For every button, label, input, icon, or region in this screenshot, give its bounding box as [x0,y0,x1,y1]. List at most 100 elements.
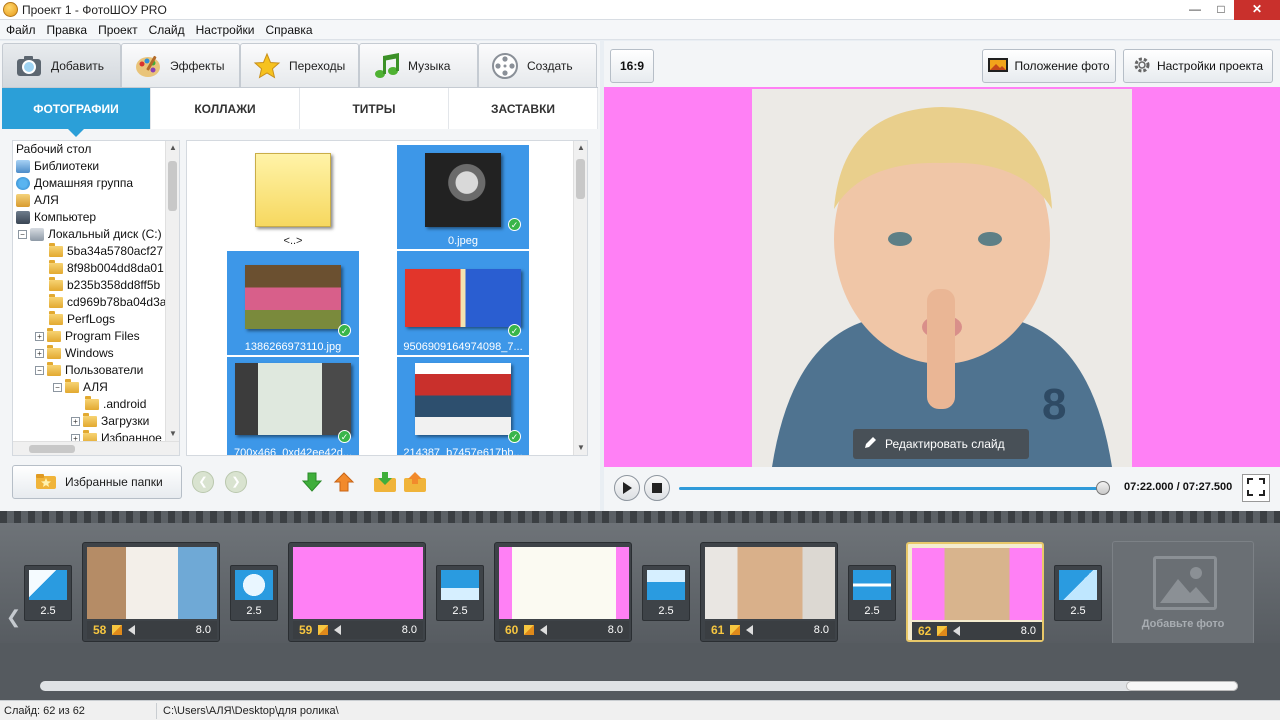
tab-effects[interactable]: Эффекты [121,43,240,87]
minimize-button[interactable]: — [1182,0,1208,20]
tree-item[interactable]: + Загрузки [71,413,149,430]
tree-item[interactable]: PerfLogs [49,311,115,328]
scroll-left-icon[interactable]: ❮ [6,607,21,628]
scrollbar-thumb[interactable] [1126,681,1238,691]
speaker-icon[interactable] [128,625,136,635]
tab-transitions[interactable]: Переходы [240,43,359,87]
add-to-project-icon[interactable] [372,469,398,495]
tree-item[interactable]: 5ba34a5780acf27 [49,243,163,260]
tab-music[interactable]: Музыка [359,43,478,87]
collapse-icon[interactable]: − [53,383,62,392]
playback-slider-handle[interactable] [1095,481,1110,495]
fullscreen-button[interactable] [1242,474,1270,502]
scrollbar-thumb[interactable] [576,159,585,199]
forward-arrow-icon[interactable]: ❯ [225,471,247,493]
transition-tile[interactable]: 2.5 [1054,565,1102,621]
audio-lane[interactable] [0,643,1280,700]
tree-item[interactable]: − АЛЯ [53,379,108,396]
file-tile[interactable]: ✓ 700x466_0xd42ee42d... [227,357,359,455]
expand-icon[interactable]: + [35,349,44,358]
file-tile[interactable]: ✓ 9506909164974098_7... [397,251,529,355]
tree-hscrollbar[interactable] [13,441,179,455]
speaker-icon[interactable] [746,625,754,635]
timeline-slide[interactable]: 61 8.0 [700,542,838,642]
timeline-slide-current[interactable]: 62 8.0 [906,542,1044,642]
menu-slide[interactable]: Слайд [149,23,185,37]
collapse-icon[interactable]: − [18,230,27,239]
timeline-slide[interactable]: 58 8.0 [82,542,220,642]
timeline-slide[interactable]: 59 8.0 [288,542,426,642]
scroll-up-icon[interactable]: ▲ [166,141,179,155]
tree-item[interactable]: b235b358dd8ff5b [49,277,160,294]
tree-item[interactable]: − Локальный диск (C:) [18,226,162,243]
back-arrow-icon[interactable]: ❮ [192,471,214,493]
edit-slide-button[interactable]: Редактировать слайд [853,429,1029,459]
tree-item[interactable]: АЛЯ [16,192,59,209]
file-tile[interactable]: ✓ 0.jpeg [397,145,529,249]
expand-icon[interactable]: + [35,332,44,341]
speaker-icon[interactable] [953,626,961,636]
transition-tile[interactable]: 2.5 [24,565,72,621]
scrollbar-thumb[interactable] [168,161,177,211]
add-photo-placeholder[interactable]: Добавьте фото [1112,541,1254,645]
speaker-icon[interactable] [334,625,342,635]
subtab-photos[interactable]: ФОТОГРАФИИ [2,88,151,137]
file-tile[interactable]: ✓ 1386266973110.jpg [227,251,359,355]
menu-file[interactable]: Файл [6,23,36,37]
tree-item[interactable]: + Program Files [35,328,140,345]
play-button[interactable] [614,475,640,501]
tab-add[interactable]: Добавить [2,43,121,87]
project-settings-button[interactable]: Настройки проекта [1123,49,1273,83]
menu-edit[interactable]: Правка [47,23,88,37]
tree-item[interactable]: Компьютер [16,209,96,226]
aspect-ratio-button[interactable]: 16:9 [610,49,654,83]
close-button[interactable]: ✕ [1234,0,1280,20]
tab-create[interactable]: Создать [478,43,597,87]
scroll-down-icon[interactable]: ▼ [574,441,587,455]
subtab-intros[interactable]: ЗАСТАВКИ [449,88,598,129]
timeline-scrollbar[interactable] [40,681,1238,691]
grid-scrollbar[interactable]: ▲ ▼ [573,141,587,455]
tree-scrollbar[interactable]: ▲ ▼ [165,141,179,455]
photo-position-button[interactable]: Положение фото [982,49,1116,83]
tree-item[interactable]: Домашняя группа [16,175,133,192]
transition-tile[interactable]: 2.5 [436,565,484,621]
tree-item[interactable]: Библиотеки [16,158,99,175]
tree-item[interactable]: Рабочий стол [16,141,91,158]
transition-tile[interactable]: 2.5 [642,565,690,621]
playback-progress-bar[interactable] [679,487,1109,490]
subtab-collages[interactable]: КОЛЛАЖИ [151,88,300,129]
slide-preview[interactable]: 8 Редактировать слайд [604,87,1280,467]
stop-button[interactable] [644,475,670,501]
add-all-icon[interactable] [402,469,428,495]
favorite-folders-button[interactable]: Избранные папки [12,465,182,499]
pencil-icon[interactable] [937,626,948,636]
scroll-up-icon[interactable]: ▲ [574,141,587,155]
tree-item[interactable]: + Windows [35,345,114,362]
tree-item[interactable]: 8f98b004dd8da01 [49,260,164,277]
transition-tile[interactable]: 2.5 [230,565,278,621]
speaker-icon[interactable] [540,625,548,635]
menu-help[interactable]: Справка [265,23,312,37]
pencil-icon[interactable] [112,625,123,635]
pencil-icon[interactable] [730,625,741,635]
file-tile[interactable]: ✓ 214387_b7457e617bb... [397,357,529,455]
file-tile-parent[interactable]: <..> [227,145,359,249]
tree-item[interactable]: − Пользователи [35,362,143,379]
tree-item[interactable]: cd969b78ba04d3a [49,294,166,311]
down-arrow-icon[interactable] [299,469,325,495]
transition-tile[interactable]: 2.5 [848,565,896,621]
menu-project[interactable]: Проект [98,23,138,37]
maximize-button[interactable]: □ [1208,0,1234,20]
expand-icon[interactable]: + [71,417,80,426]
scroll-down-icon[interactable]: ▼ [166,427,179,441]
timeline-slide[interactable]: 60 8.0 [494,542,632,642]
scrollbar-thumb[interactable] [29,445,75,453]
pencil-icon[interactable] [318,625,329,635]
tree-item[interactable]: .android [85,396,146,413]
collapse-icon[interactable]: − [35,366,44,375]
subtab-titles[interactable]: ТИТРЫ [300,88,449,129]
pencil-icon[interactable] [524,625,535,635]
menu-settings[interactable]: Настройки [196,23,255,37]
up-folder-icon[interactable] [331,469,357,495]
